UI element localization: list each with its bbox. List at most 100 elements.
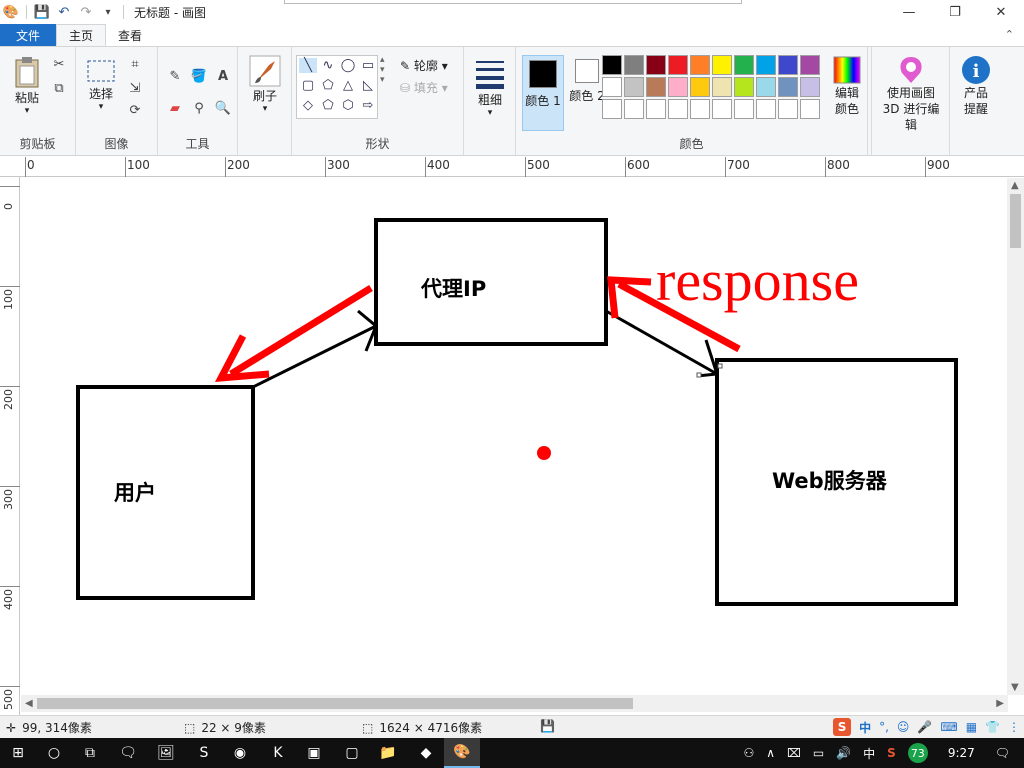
palette-swatch[interactable] bbox=[800, 55, 820, 75]
tab-file[interactable]: 文件 bbox=[0, 24, 56, 46]
palette-swatch[interactable] bbox=[712, 55, 732, 75]
rotate-icon[interactable]: ⟳ bbox=[126, 101, 144, 119]
shapes-gallery[interactable]: ╲ ∿ ◯ ▭ ▢ ⬠ △ ◺ ◇ ⬠ ⬡ ⇨ bbox=[296, 55, 378, 119]
task-view-icon[interactable]: ⧉ bbox=[72, 738, 108, 768]
palette-swatch[interactable] bbox=[778, 99, 798, 119]
fill-bucket-icon[interactable]: 🪣 bbox=[190, 67, 208, 85]
taskbar-app-icon[interactable]: 🖼 bbox=[148, 738, 184, 768]
palette-swatch[interactable] bbox=[646, 55, 666, 75]
palette-swatch[interactable] bbox=[668, 77, 688, 97]
color1-button[interactable]: 颜色 1 bbox=[522, 55, 564, 131]
network-icon[interactable]: ⌧ bbox=[787, 746, 801, 760]
paste-button[interactable]: 粘贴 ▾ bbox=[8, 55, 46, 116]
security-badge[interactable]: 73 bbox=[907, 743, 928, 763]
file-explorer-icon[interactable]: 📁 bbox=[370, 738, 406, 768]
vertical-scrollbar[interactable]: ▲ ▼ bbox=[1007, 178, 1024, 695]
palette-swatch[interactable] bbox=[624, 99, 644, 119]
color-picker-icon[interactable]: ⚲ bbox=[190, 99, 208, 117]
volume-icon[interactable]: 🔊 bbox=[836, 746, 851, 760]
palette-swatch[interactable] bbox=[800, 77, 820, 97]
palette-swatch[interactable] bbox=[800, 99, 820, 119]
tab-view[interactable]: 查看 bbox=[106, 24, 154, 46]
cut-icon[interactable]: ✂ bbox=[50, 55, 68, 73]
palette-swatch[interactable] bbox=[668, 55, 688, 75]
minimize-button[interactable]: — bbox=[886, 0, 932, 24]
windows-start-icon[interactable]: ⊞ bbox=[0, 738, 36, 768]
scroll-down-icon[interactable]: ▼ bbox=[1011, 682, 1019, 693]
palette-swatch[interactable] bbox=[602, 99, 622, 119]
size-button[interactable]: 粗细 ▾ bbox=[472, 57, 508, 118]
palette-swatch[interactable] bbox=[756, 55, 776, 75]
crop-icon[interactable]: ⌗ bbox=[126, 55, 144, 73]
clock[interactable]: 9:27 bbox=[948, 746, 975, 760]
palette-swatch[interactable] bbox=[734, 99, 754, 119]
shapes-scroll-icon[interactable]: ▴ ▾ ▾ bbox=[380, 55, 385, 85]
ribbon-collapse-icon[interactable]: ⌃ bbox=[1005, 28, 1014, 41]
palette-swatch[interactable] bbox=[624, 55, 644, 75]
search-icon[interactable]: ○ bbox=[36, 738, 72, 768]
skin-icon[interactable]: 👕 bbox=[985, 720, 1000, 734]
resize-icon[interactable]: ⇲ bbox=[126, 79, 144, 97]
vertical-scroll-thumb[interactable] bbox=[1010, 194, 1021, 248]
taskbar-app-icon[interactable]: ▣ bbox=[296, 738, 332, 768]
more-icon[interactable]: ⋮ bbox=[1008, 720, 1020, 734]
palette-swatch[interactable] bbox=[602, 55, 622, 75]
punctuation-icon[interactable]: °, bbox=[879, 720, 889, 734]
save-icon[interactable]: 💾 bbox=[33, 3, 51, 21]
close-button[interactable]: ✕ bbox=[978, 0, 1024, 24]
palette-swatch[interactable] bbox=[712, 99, 732, 119]
horizontal-scrollbar[interactable]: ◀ ▶ bbox=[21, 695, 1008, 712]
battery-icon[interactable]: ▭ bbox=[813, 746, 824, 760]
taskbar-sublime-icon[interactable]: S bbox=[186, 738, 222, 768]
taskbar-app-icon[interactable]: 🗨 bbox=[110, 738, 146, 768]
taskbar-app-icon[interactable]: ◆ bbox=[408, 738, 444, 768]
notification-icon[interactable]: 🗨 bbox=[995, 746, 1010, 760]
fill-button[interactable]: ⛁ 填充 ▾ bbox=[400, 79, 448, 96]
customize-toolbar-icon[interactable]: ▾ bbox=[99, 3, 117, 21]
palette-swatch[interactable] bbox=[778, 77, 798, 97]
copy-icon[interactable]: ⧉ bbox=[50, 79, 68, 97]
palette-swatch[interactable] bbox=[624, 77, 644, 97]
taskbar-app-icon[interactable]: K bbox=[260, 738, 296, 768]
paint-taskbar-icon[interactable]: 🎨 bbox=[444, 738, 480, 768]
scroll-left-icon[interactable]: ◀ bbox=[25, 695, 33, 712]
palette-swatch[interactable] bbox=[646, 99, 666, 119]
maximize-button[interactable]: ❐ bbox=[932, 0, 978, 24]
brushes-button[interactable]: 刷子 ▾ bbox=[246, 55, 284, 114]
show-hidden-icon[interactable]: ∧ bbox=[766, 746, 775, 760]
eraser-icon[interactable]: ▰ bbox=[166, 99, 184, 117]
taskbar-ime-lang[interactable]: 中 bbox=[863, 745, 875, 762]
scroll-up-icon[interactable]: ▲ bbox=[1011, 180, 1019, 191]
edit-colors-button[interactable]: 编辑颜色 bbox=[826, 55, 868, 117]
palette-swatch[interactable] bbox=[690, 55, 710, 75]
palette-swatch[interactable] bbox=[668, 99, 688, 119]
sogou-tray-icon[interactable]: S bbox=[887, 746, 896, 760]
grid-icon[interactable]: ▦ bbox=[966, 720, 977, 734]
ime-lang[interactable]: 中 bbox=[859, 719, 871, 736]
chrome-icon[interactable]: ◉ bbox=[222, 738, 258, 768]
text-icon[interactable]: A bbox=[214, 67, 232, 85]
select-button[interactable]: 选择 ▾ bbox=[84, 57, 118, 112]
palette-swatch[interactable] bbox=[778, 55, 798, 75]
magnifier-icon[interactable]: 🔍 bbox=[214, 99, 232, 117]
paint3d-button[interactable]: 使用画图 3D 进行编辑 bbox=[876, 55, 946, 133]
emoji-icon[interactable]: ☺ bbox=[897, 720, 910, 734]
scroll-right-icon[interactable]: ▶ bbox=[996, 695, 1004, 712]
keyboard-icon[interactable]: ⌨ bbox=[940, 720, 957, 734]
pencil-icon[interactable]: ✎ bbox=[166, 67, 184, 85]
palette-swatch[interactable] bbox=[756, 99, 776, 119]
palette-swatch[interactable] bbox=[690, 77, 710, 97]
people-icon[interactable]: ⚇ bbox=[743, 746, 754, 760]
drawing-canvas[interactable]: 代理IP 用户 Web服务器 response bbox=[21, 178, 1008, 695]
mic-icon[interactable]: 🎤 bbox=[917, 720, 932, 734]
product-alert-button[interactable]: i 产品提醒 bbox=[956, 55, 996, 117]
undo-icon[interactable]: ↶ bbox=[55, 3, 73, 21]
tab-home[interactable]: 主页 bbox=[56, 24, 107, 46]
taskbar-app-icon[interactable]: ▢ bbox=[334, 738, 370, 768]
palette-swatch[interactable] bbox=[690, 99, 710, 119]
redo-icon[interactable]: ↷ bbox=[77, 3, 95, 21]
palette-swatch[interactable] bbox=[734, 77, 754, 97]
palette-swatch[interactable] bbox=[734, 55, 754, 75]
sogou-icon[interactable]: S bbox=[833, 718, 852, 736]
paint-app-icon[interactable]: 🎨 bbox=[2, 3, 20, 21]
